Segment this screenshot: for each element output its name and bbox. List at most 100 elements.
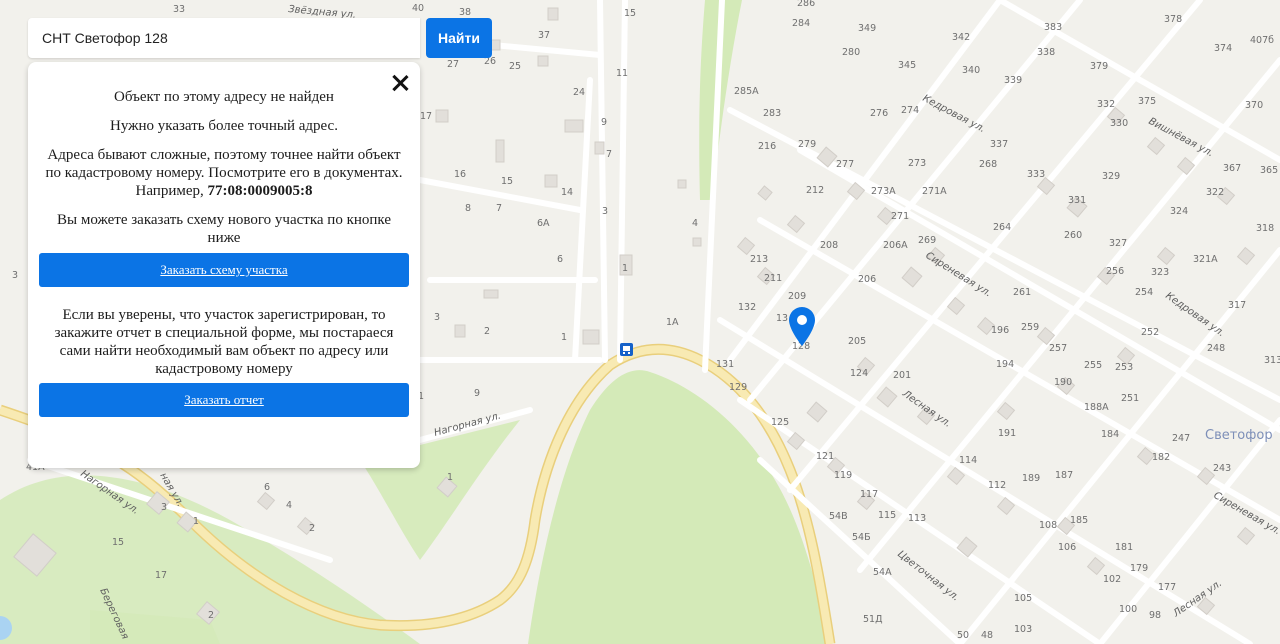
svg-text:280: 280 <box>842 47 860 58</box>
svg-text:206А: 206А <box>883 240 908 251</box>
svg-text:2: 2 <box>309 523 315 534</box>
svg-text:4: 4 <box>286 500 292 511</box>
svg-text:13: 13 <box>776 313 788 324</box>
svg-text:54А: 54А <box>873 567 892 578</box>
order-scheme-button[interactable]: Заказать схему участка <box>39 253 409 287</box>
svg-text:205: 205 <box>848 336 866 347</box>
svg-text:7: 7 <box>606 149 612 160</box>
svg-text:253: 253 <box>1115 362 1133 373</box>
svg-text:339: 339 <box>1004 75 1022 86</box>
svg-text:11: 11 <box>616 68 628 79</box>
svg-text:105: 105 <box>1014 593 1032 604</box>
svg-text:337: 337 <box>990 139 1008 150</box>
svg-text:51Д: 51Д <box>863 614 883 625</box>
svg-text:188А: 188А <box>1084 402 1109 413</box>
svg-text:247: 247 <box>1172 433 1190 444</box>
svg-text:189: 189 <box>1022 473 1040 484</box>
svg-text:1А: 1А <box>666 317 679 328</box>
svg-text:383: 383 <box>1044 22 1062 33</box>
svg-text:254: 254 <box>1135 287 1153 298</box>
svg-text:15: 15 <box>112 537 124 548</box>
svg-text:248: 248 <box>1207 343 1225 354</box>
svg-text:1: 1 <box>622 263 628 274</box>
svg-text:113: 113 <box>908 513 926 524</box>
svg-text:243: 243 <box>1213 463 1231 474</box>
svg-text:379: 379 <box>1090 61 1108 72</box>
svg-text:103: 103 <box>1014 624 1032 635</box>
svg-text:264: 264 <box>993 222 1011 233</box>
svg-text:331: 331 <box>1068 195 1086 206</box>
svg-text:257: 257 <box>1049 343 1067 354</box>
svg-text:54В: 54В <box>829 511 848 522</box>
svg-text:271А: 271А <box>922 186 947 197</box>
bus-stop-icon[interactable] <box>620 343 633 356</box>
svg-text:330: 330 <box>1110 118 1128 129</box>
svg-text:184: 184 <box>1101 429 1119 440</box>
svg-text:277: 277 <box>836 159 854 170</box>
svg-text:274: 274 <box>901 105 919 116</box>
svg-text:211: 211 <box>764 273 782 284</box>
svg-text:271: 271 <box>891 211 909 222</box>
svg-text:323: 323 <box>1151 267 1169 278</box>
svg-text:179: 179 <box>1130 563 1148 574</box>
svg-text:124: 124 <box>850 368 868 379</box>
order-report-button[interactable]: Заказать отчет <box>39 383 409 417</box>
svg-text:286: 286 <box>797 0 815 9</box>
svg-text:27: 27 <box>447 59 459 70</box>
svg-text:54Б: 54Б <box>852 532 871 543</box>
svg-text:255: 255 <box>1084 360 1102 371</box>
svg-text:321А: 321А <box>1193 254 1218 265</box>
svg-text:6: 6 <box>557 254 563 265</box>
cadastral-hint-text: Адреса бывают сложные, поэтому точнее на… <box>39 146 409 200</box>
svg-text:37: 37 <box>538 30 550 41</box>
svg-text:327: 327 <box>1109 238 1127 249</box>
svg-text:276: 276 <box>870 108 888 119</box>
svg-text:17: 17 <box>420 111 432 122</box>
svg-text:2: 2 <box>208 610 214 621</box>
svg-text:2: 2 <box>484 326 490 337</box>
not-found-panel: Объект по этому адресу не найден Нужно у… <box>28 62 420 468</box>
search-bar[interactable] <box>28 18 420 58</box>
svg-text:115: 115 <box>878 510 896 521</box>
svg-text:259: 259 <box>1021 322 1039 333</box>
svg-text:196: 196 <box>991 325 1009 336</box>
svg-text:374: 374 <box>1214 43 1232 54</box>
find-button[interactable]: Найти <box>426 18 492 58</box>
svg-text:216: 216 <box>758 141 776 152</box>
cadastral-example: 77:08:0009005:8 <box>207 183 313 199</box>
svg-text:117: 117 <box>860 489 878 500</box>
svg-text:407б: 407б <box>1250 35 1274 46</box>
svg-text:268: 268 <box>979 159 997 170</box>
svg-text:185: 185 <box>1070 515 1088 526</box>
svg-text:261: 261 <box>1013 287 1031 298</box>
svg-text:187: 187 <box>1055 470 1073 481</box>
svg-text:40: 40 <box>412 3 424 14</box>
svg-text:273: 273 <box>908 158 926 169</box>
svg-text:370: 370 <box>1245 100 1263 111</box>
svg-text:24: 24 <box>573 87 585 98</box>
svg-text:121: 121 <box>816 451 834 462</box>
svg-text:119: 119 <box>834 470 852 481</box>
svg-text:16: 16 <box>454 169 466 180</box>
svg-text:38: 38 <box>459 7 471 18</box>
close-icon[interactable] <box>389 72 411 94</box>
svg-text:3: 3 <box>12 270 18 281</box>
svg-text:98: 98 <box>1149 610 1161 621</box>
svg-text:129: 129 <box>729 382 747 393</box>
address-search-input[interactable] <box>40 29 408 47</box>
svg-text:1: 1 <box>447 472 453 483</box>
svg-text:25: 25 <box>509 61 521 72</box>
svg-text:50: 50 <box>957 630 969 641</box>
svg-text:342: 342 <box>952 32 970 43</box>
svg-text:8: 8 <box>465 203 471 214</box>
svg-text:15: 15 <box>624 8 636 19</box>
svg-text:213: 213 <box>750 254 768 265</box>
svg-text:108: 108 <box>1039 520 1057 531</box>
svg-text:7: 7 <box>496 203 502 214</box>
svg-text:340: 340 <box>962 65 980 76</box>
panel-title: Объект по этому адресу не найден <box>114 89 334 105</box>
svg-text:329: 329 <box>1102 171 1120 182</box>
svg-text:283: 283 <box>763 108 781 119</box>
svg-text:269: 269 <box>918 235 936 246</box>
svg-text:260: 260 <box>1064 230 1082 241</box>
